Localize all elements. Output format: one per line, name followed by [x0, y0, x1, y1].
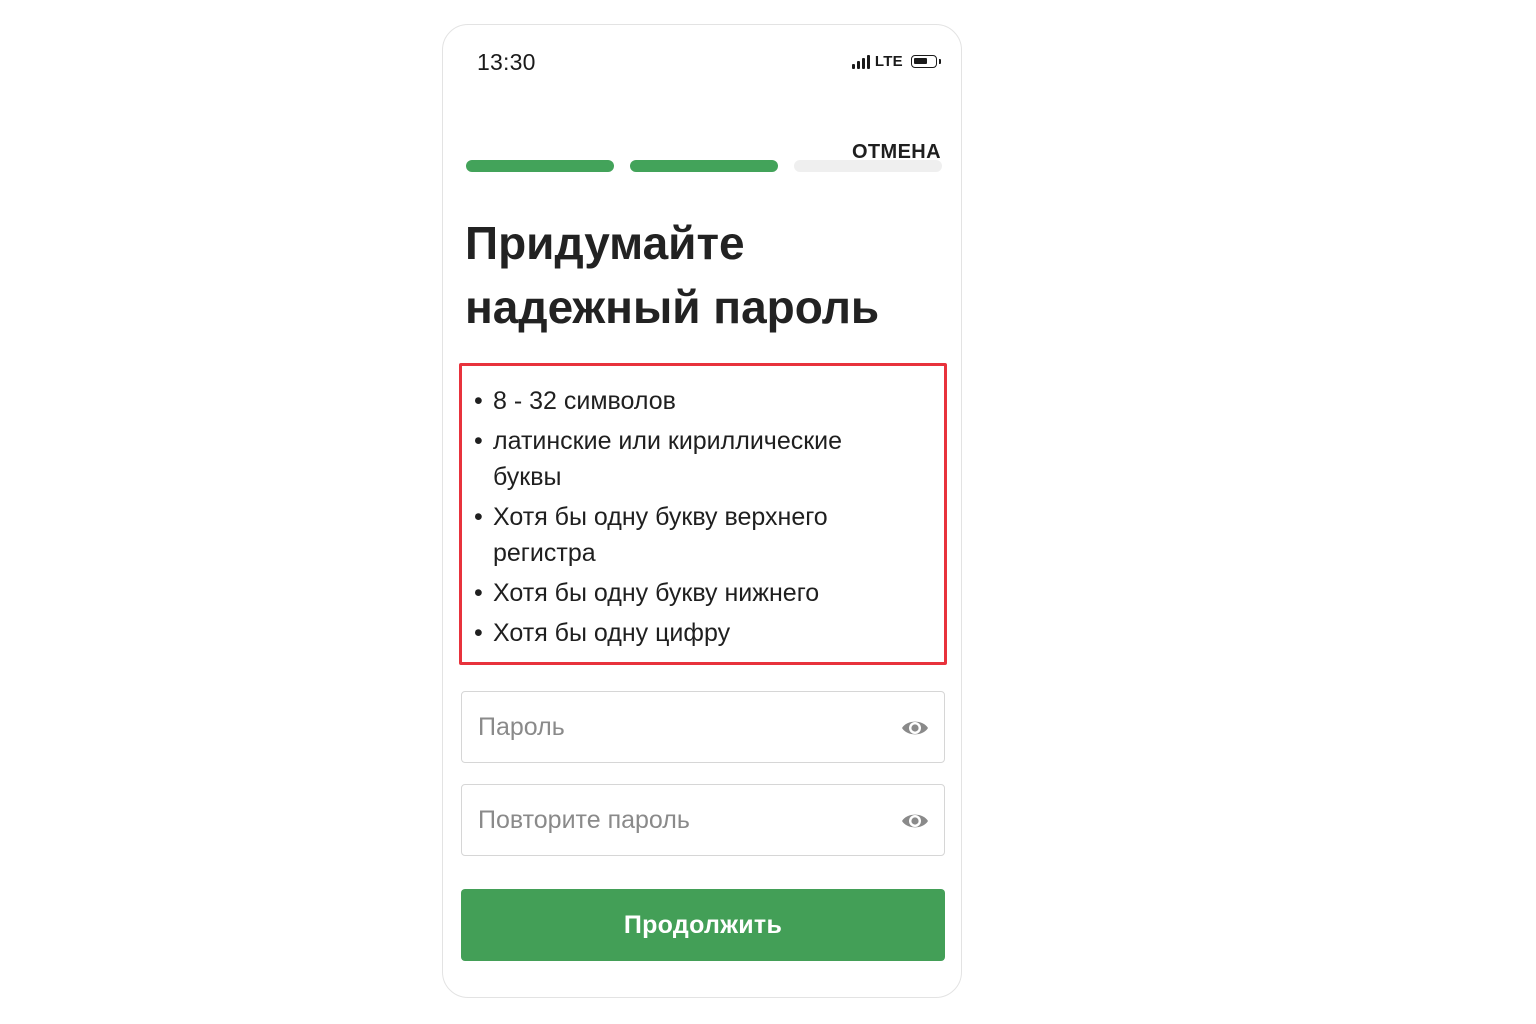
bullet-icon: • — [474, 579, 483, 607]
signal-icon — [851, 54, 870, 69]
battery-icon — [911, 55, 941, 68]
page-title: Придумайте надежный пароль — [465, 211, 935, 339]
requirements-list: • 8 - 32 символов • латинские или кирилл… — [462, 366, 944, 651]
eye-icon[interactable] — [900, 807, 930, 835]
status-time: 13:30 — [477, 49, 536, 75]
phone-screen: 13:30 LTE ОТМЕНА Придумайте надежный пар… — [442, 24, 962, 998]
repeat-password-field — [461, 784, 945, 856]
requirement-item: • 8 - 32 символов — [474, 383, 944, 419]
battery-level — [914, 58, 927, 64]
page-title-line-2: надежный пароль — [465, 281, 880, 333]
requirement-item: • Хотя бы одну букву нижнего — [474, 575, 944, 611]
requirement-item: • Хотя бы одну букву верхнего регистра — [474, 499, 944, 571]
bullet-icon: • — [474, 387, 483, 415]
progress-step-2 — [630, 160, 778, 172]
progress-step-1 — [466, 160, 614, 172]
requirement-item: • Хотя бы одну цифру — [474, 615, 944, 651]
password-requirements: • 8 - 32 символов • латинские или кирилл… — [459, 363, 947, 665]
requirement-item: • латинские или кириллические буквы — [474, 423, 944, 495]
status-indicators: LTE — [851, 53, 941, 70]
password-field — [461, 691, 945, 763]
progress-step-3 — [794, 160, 942, 172]
continue-button[interactable]: Продолжить — [461, 889, 945, 961]
repeat-password-input[interactable] — [462, 785, 944, 855]
page-title-line-1: Придумайте — [465, 217, 745, 269]
network-type: LTE — [874, 53, 903, 70]
bullet-icon: • — [474, 427, 483, 455]
step-progress-bar — [466, 160, 942, 172]
status-bar: 13:30 LTE — [443, 25, 961, 95]
eye-icon[interactable] — [900, 714, 930, 742]
bullet-icon: • — [474, 503, 483, 531]
bullet-icon: • — [474, 619, 483, 647]
password-input[interactable] — [462, 692, 944, 762]
